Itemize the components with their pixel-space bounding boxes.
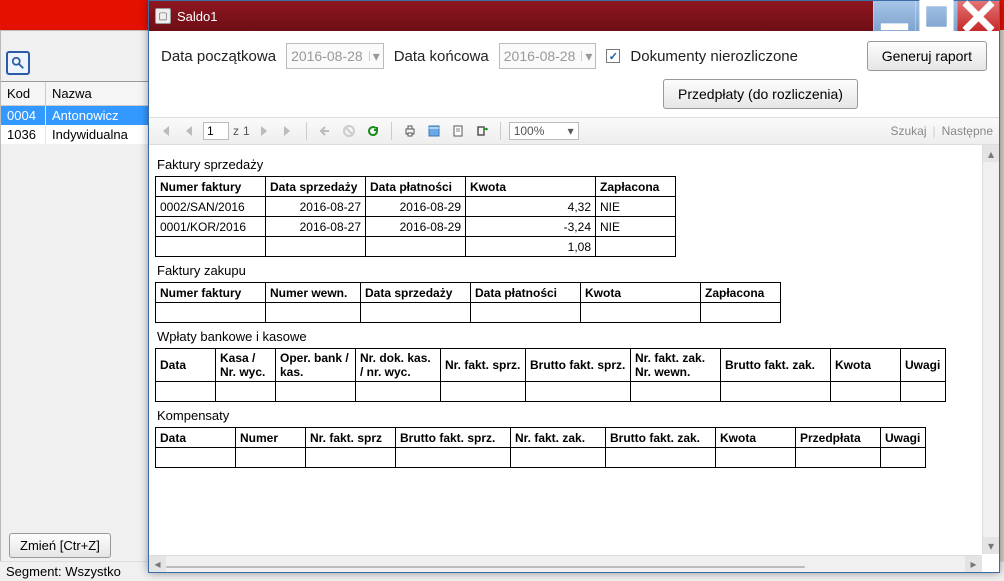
table-row[interactable]: 0004 Antonowicz	[1, 106, 149, 125]
prepayments-button[interactable]: Przedpłaty (do rozliczenia)	[663, 79, 858, 109]
payments-table: Data Kasa / Nr. wyc. Oper. bank / kas. N…	[155, 348, 946, 402]
payments-title: Wpłaty bankowe i kasowe	[157, 329, 985, 344]
table-row	[156, 382, 946, 402]
chevron-down-icon: ▾	[369, 51, 379, 61]
unreconciled-checkbox[interactable]: ✓	[606, 49, 620, 63]
left-panel: Kod Nazwa 0004 Antonowicz 1036 Indywidua…	[0, 30, 150, 581]
scroll-down-icon[interactable]: ▾	[983, 537, 999, 554]
export-icon[interactable]	[472, 121, 492, 141]
window-title: Saldo1	[177, 9, 217, 24]
table-row: 1,08	[156, 237, 676, 257]
customer-grid[interactable]: Kod Nazwa 0004 Antonowicz 1036 Indywidua…	[1, 81, 149, 144]
sales-table: Numer faktury Data sprzedaży Data płatno…	[155, 176, 676, 257]
back-icon[interactable]	[315, 121, 335, 141]
purchase-table: Numer faktury Numer wewn. Data sprzedaży…	[155, 282, 781, 323]
purchase-title: Faktury zakupu	[157, 263, 985, 278]
table-row: 0001/KOR/2016 2016-08-27 2016-08-29 -3,2…	[156, 217, 676, 237]
horizontal-scrollbar[interactable]: ◂ ▸	[149, 555, 982, 572]
scroll-left-icon[interactable]: ◂	[149, 556, 166, 572]
minimize-button[interactable]	[873, 1, 915, 31]
table-row	[156, 448, 926, 468]
report-toolbar: z 1 100%▾ Szukaj | Następne	[149, 117, 999, 145]
find-next-label[interactable]: Następne	[942, 124, 993, 138]
prev-page-icon[interactable]	[179, 121, 199, 141]
sales-title: Faktury sprzedaży	[157, 157, 985, 172]
offsets-title: Kompensaty	[157, 408, 985, 423]
table-row	[156, 303, 781, 323]
scroll-thumb[interactable]	[166, 566, 805, 568]
generate-report-button[interactable]: Generuj raport	[867, 41, 987, 71]
find-label[interactable]: Szukaj	[890, 124, 926, 138]
first-page-icon[interactable]	[155, 121, 175, 141]
table-row: 0002/SAN/2016 2016-08-27 2016-08-29 4,32…	[156, 197, 676, 217]
col-nazwa[interactable]: Nazwa	[46, 82, 149, 106]
end-date-label: Data końcowa	[394, 48, 489, 65]
page-setup-icon[interactable]	[448, 121, 468, 141]
table-row[interactable]: 1036 Indywidualna	[1, 125, 149, 144]
start-date-label: Data początkowa	[161, 48, 276, 65]
app-icon: ▢	[155, 8, 171, 24]
maximize-button[interactable]	[915, 1, 957, 31]
report-viewer[interactable]: Faktury sprzedaży Numer faktury Data spr…	[149, 145, 999, 572]
change-button[interactable]: Zmień [Ctr+Z]	[9, 533, 111, 558]
saldo-window: ▢ Saldo1 Data początkowa 2016-08-28 ▾ Da…	[148, 0, 1000, 573]
titlebar[interactable]: ▢ Saldo1	[149, 1, 999, 31]
unreconciled-label: Dokumenty nierozliczone	[630, 48, 798, 65]
last-page-icon[interactable]	[278, 121, 298, 141]
vertical-scrollbar[interactable]: ▴ ▾	[982, 145, 999, 554]
zoom-select[interactable]: 100%▾	[509, 122, 579, 140]
col-kod[interactable]: Kod	[1, 82, 46, 106]
search-icon[interactable]	[6, 51, 30, 75]
start-date-picker[interactable]: 2016-08-28 ▾	[286, 43, 384, 69]
refresh-icon[interactable]	[363, 121, 383, 141]
offsets-table: Data Numer Nr. fakt. sprz Brutto fakt. s…	[155, 427, 926, 468]
next-page-icon[interactable]	[254, 121, 274, 141]
stop-icon[interactable]	[339, 121, 359, 141]
chevron-down-icon: ▾	[581, 51, 591, 61]
scroll-right-icon[interactable]: ▸	[965, 556, 982, 572]
layout-icon[interactable]	[424, 121, 444, 141]
print-icon[interactable]	[400, 121, 420, 141]
end-date-picker[interactable]: 2016-08-28 ▾	[499, 43, 597, 69]
scroll-up-icon[interactable]: ▴	[983, 145, 999, 162]
close-button[interactable]	[957, 1, 999, 31]
page-input[interactable]	[203, 122, 229, 140]
